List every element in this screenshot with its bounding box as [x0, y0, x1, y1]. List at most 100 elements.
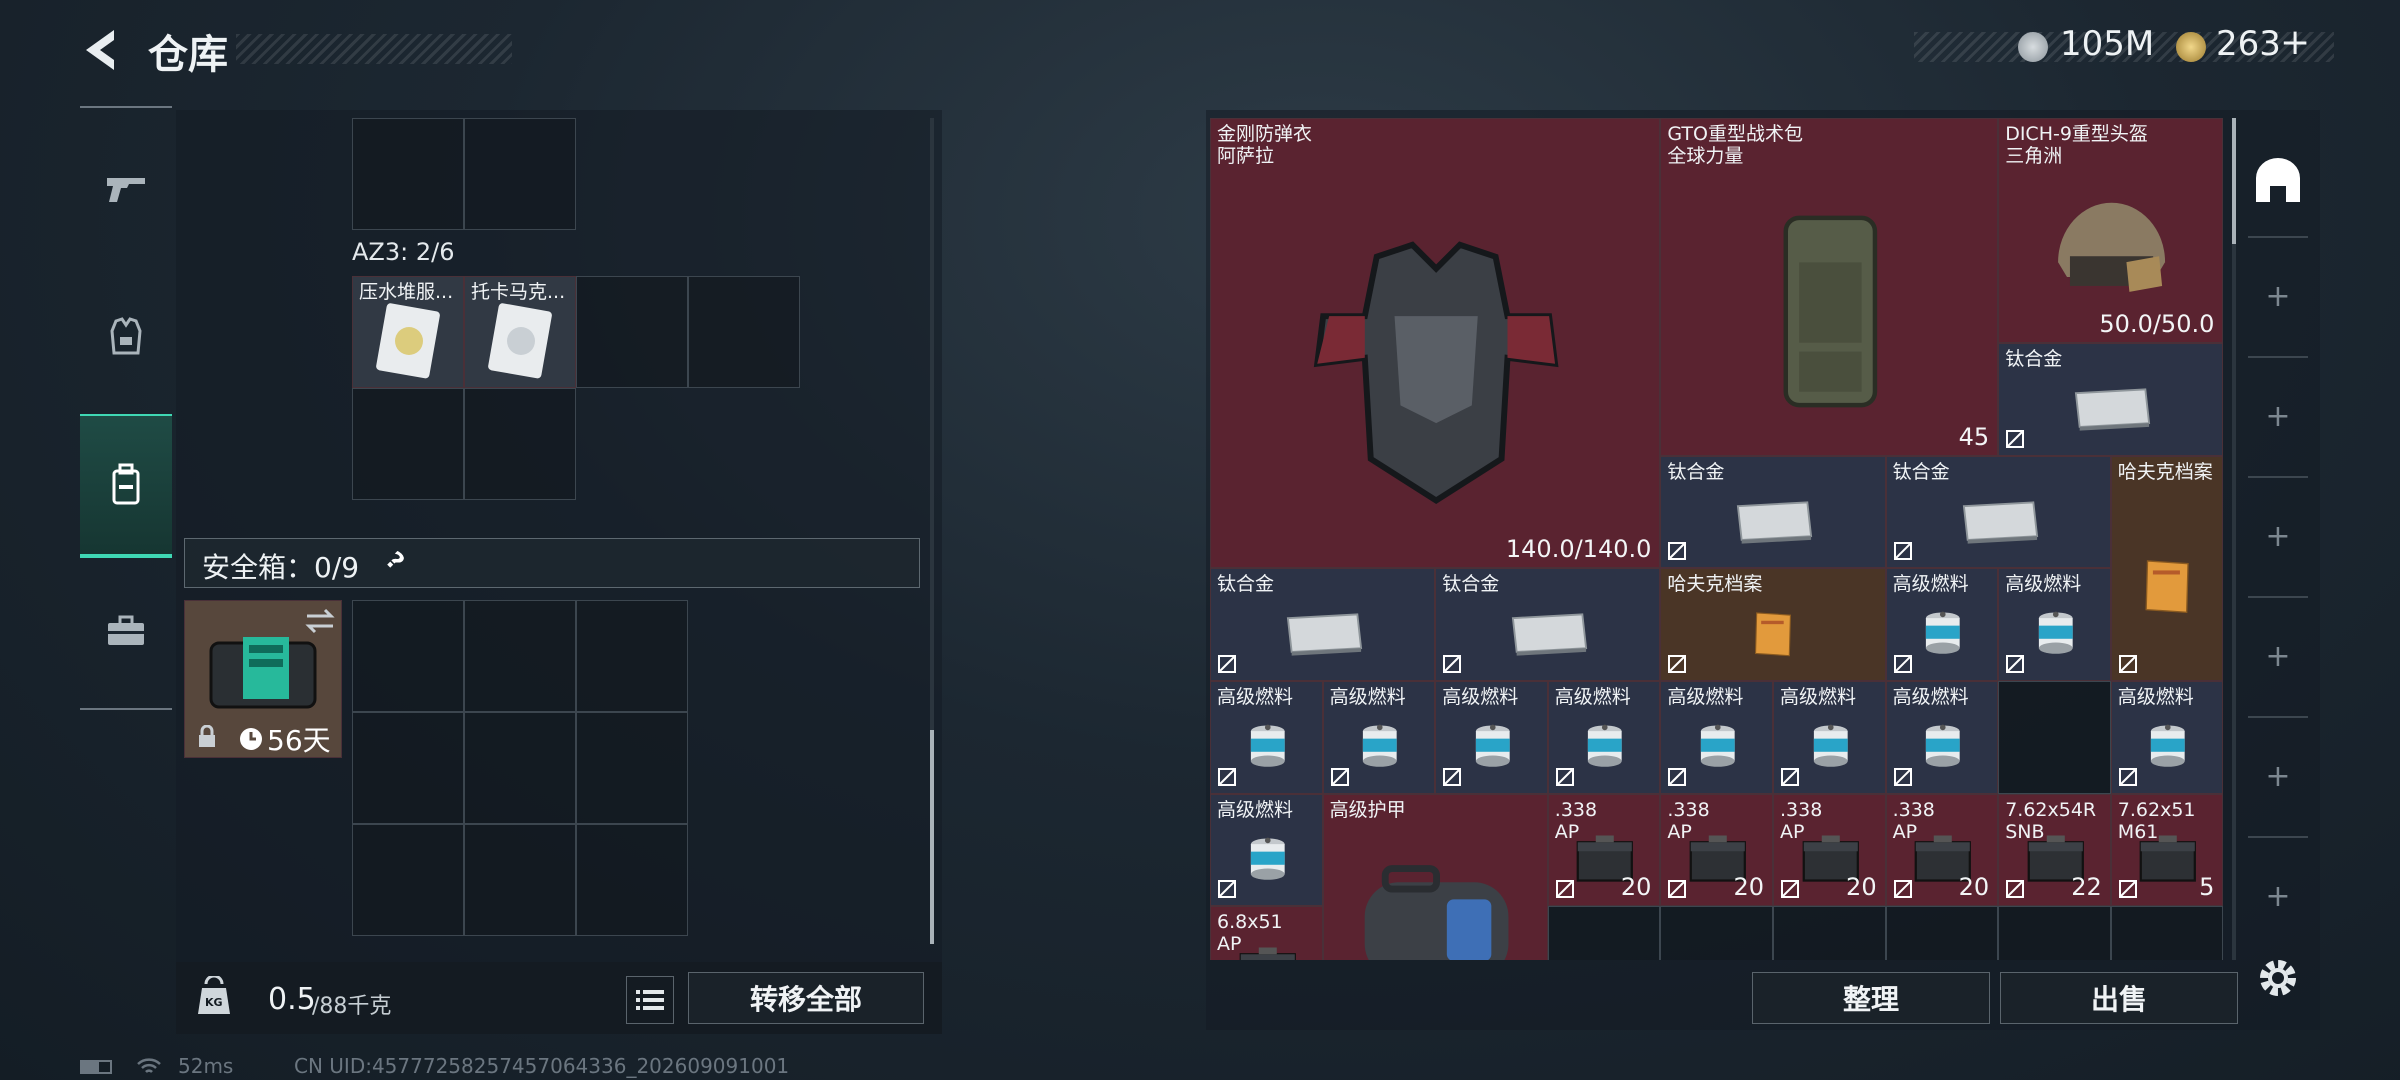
safebox-cell[interactable] [464, 600, 576, 712]
stash-grid-cell[interactable] [1547, 906, 1661, 960]
stash-item[interactable]: 高级燃料 [1998, 568, 2111, 681]
tab-case[interactable] [80, 562, 172, 700]
stash-item[interactable]: 钛合金 [1660, 455, 1886, 569]
grid-cell[interactable] [464, 388, 576, 500]
stash-item[interactable]: 高级燃料 [1547, 681, 1661, 794]
rail-divider [2248, 836, 2308, 838]
add-stash-tab-button[interactable]: + [2248, 746, 2308, 806]
sell-button[interactable]: 出售 [2000, 972, 2238, 1024]
fuel-can-icon [1909, 605, 1977, 661]
stash-grid-cell[interactable] [1660, 906, 1773, 960]
stash-item[interactable]: 哈夫克档案 [1660, 568, 1886, 681]
safebox-cell[interactable] [352, 600, 464, 712]
safebox-cell[interactable] [464, 824, 576, 936]
stash-item-qty: 20 [1958, 873, 1990, 902]
safebox-cell[interactable] [576, 600, 688, 712]
fuel-can-icon [1346, 718, 1414, 774]
safebox-cell[interactable] [464, 712, 576, 824]
tab-weapons[interactable] [80, 120, 172, 258]
stash-item[interactable]: 高级燃料 [1210, 793, 1323, 907]
transfer-all-button[interactable]: 转移全部 [688, 972, 924, 1024]
stash-grid-cell[interactable] [1998, 681, 2111, 794]
safebox-cell[interactable] [576, 824, 688, 936]
stash-item[interactable]: 哈夫克档案 [2110, 455, 2224, 681]
titanium-plate-icon [1256, 605, 1391, 661]
stash-item[interactable]: .338 AP 20 [1547, 793, 1661, 907]
stash-item-qty: 20 [1733, 873, 1764, 902]
stash-item[interactable]: 7.62x51 M61 5 [2110, 793, 2224, 907]
az3-item-1[interactable]: 压水堆服... [352, 276, 464, 388]
tab-gear[interactable] [80, 268, 172, 406]
stash-item[interactable]: 高级护甲 [1322, 793, 1548, 960]
stash-grid-cell[interactable] [1773, 906, 1886, 960]
weight-max: /88千克 [312, 994, 392, 1019]
grid-cell[interactable] [352, 118, 464, 230]
back-arrow-icon[interactable] [80, 28, 120, 72]
grid-cell[interactable] [688, 276, 800, 388]
safebox-item[interactable]: 56天 [184, 600, 342, 758]
sort-button[interactable]: 整理 [1752, 972, 1990, 1024]
stash-item[interactable]: 高级燃料 [1660, 681, 1773, 794]
rail-divider [2248, 716, 2308, 718]
list-icon [636, 990, 664, 1010]
stash-grid-cell[interactable] [1885, 906, 1999, 960]
settings-gear-icon[interactable] [2248, 948, 2308, 1008]
stash-item[interactable]: GTO重型战术包 全球力量 45 [1660, 118, 1999, 456]
stash-item[interactable]: 金刚防弹衣 阿萨拉 140.0/140.0 [1210, 118, 1661, 569]
stash-item[interactable]: 高级燃料 [1210, 681, 1323, 794]
stash-item-name: 高级燃料 [2005, 573, 2082, 596]
add-stash-tab-button[interactable]: + [2248, 386, 2308, 446]
silver-coin-icon [2018, 32, 2048, 62]
add-stash-tab-button[interactable]: + [2248, 866, 2308, 926]
stash-item[interactable]: .338 AP 20 [1773, 793, 1886, 907]
stash-item[interactable]: 高级燃料 [1885, 568, 1999, 681]
safebox-cell[interactable] [576, 712, 688, 824]
add-stash-tab-button[interactable]: + [2248, 266, 2308, 326]
fuel-can-icon [2134, 718, 2202, 774]
stash-item[interactable]: 高级燃料 [1322, 681, 1436, 794]
grid-cell[interactable] [576, 276, 688, 388]
stash-item[interactable]: 高级燃料 [2110, 681, 2224, 794]
add-stash-tab-button[interactable]: + [2248, 506, 2308, 566]
right-scrollbar-thumb[interactable] [2232, 118, 2236, 244]
stash-item[interactable]: 高级燃料 [1435, 681, 1548, 794]
stash-item-name: 高级燃料 [1329, 686, 1406, 708]
no-rotate-icon [1893, 767, 1912, 786]
stash-item-name: 高级燃料 [1217, 686, 1294, 708]
stash-item[interactable]: 6.8x51 AP [1210, 906, 1323, 960]
add-stash-tab-button[interactable]: + [2248, 626, 2308, 686]
stash-item[interactable]: .338 AP 20 [1660, 793, 1773, 907]
grid-cell[interactable] [464, 118, 576, 230]
stash-item-qty: 45 [1958, 422, 1990, 451]
weight-icon: KG [196, 974, 232, 1016]
stash-item[interactable]: 7.62x54R SNB 22 [1998, 793, 2111, 907]
stash-item-qty: 140.0/140.0 [1505, 535, 1652, 564]
fuel-can-icon [1234, 718, 1302, 774]
tab-backpack[interactable] [80, 414, 172, 558]
stash-item[interactable]: 钛合金 [1885, 455, 2111, 569]
stash-item[interactable]: DICH-9重型头盔 三角洲 50.0/50.0 [1998, 118, 2224, 344]
no-rotate-icon [1781, 767, 1799, 786]
stash-item[interactable]: 高级燃料 [1885, 681, 1999, 794]
add-gold-button[interactable]: + [2280, 22, 2310, 63]
wifi-icon [137, 1058, 161, 1073]
uid-text: CN UID:457772582574570643​36_20260909100… [294, 1054, 790, 1078]
list-view-button[interactable] [626, 976, 674, 1024]
stash-item[interactable]: 钛合金 [1998, 343, 2224, 456]
stash-grid: 金刚防弹衣 阿萨拉 140.0/140.0 GTO重型战术包 全球力量 45 DICH-… [1210, 118, 2224, 960]
left-scrollbar-thumb[interactable] [930, 730, 934, 944]
armor-bag-icon [1351, 849, 1522, 960]
az3-item-2[interactable]: 托卡马克... [464, 276, 576, 388]
grid-cell[interactable] [352, 388, 464, 500]
stash-item[interactable]: 钛合金 [1435, 568, 1661, 681]
stash-item-name: 钛合金 [2005, 348, 2063, 371]
stash-grid-cell[interactable] [2110, 906, 2224, 960]
stash-item[interactable]: .338 AP 20 [1885, 793, 1999, 907]
stash-tab-home[interactable] [2248, 150, 2308, 210]
safebox-cell[interactable] [352, 712, 464, 824]
stash-grid-cell[interactable] [1998, 906, 2111, 960]
right-scrollbar-track[interactable] [2232, 118, 2236, 960]
stash-item[interactable]: 钛合金 [1210, 568, 1436, 681]
safebox-cell[interactable] [352, 824, 464, 936]
stash-item[interactable]: 高级燃料 [1773, 681, 1886, 794]
